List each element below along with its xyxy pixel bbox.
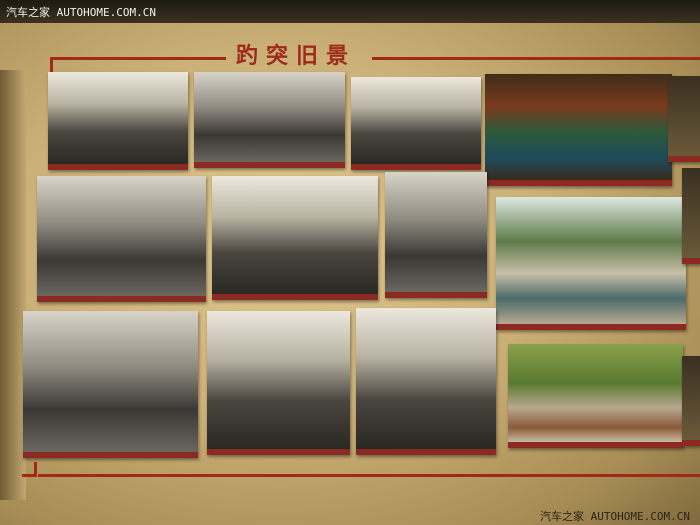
watermark-brand: 汽车之家 — [6, 6, 50, 19]
watermark-top: 汽车之家 AUTOHOME.COM.CN — [6, 4, 156, 20]
photo-6 — [37, 176, 206, 302]
photo-11 — [23, 311, 198, 458]
photo-12 — [207, 311, 350, 455]
fret-corner-top — [50, 57, 61, 72]
title-line-left — [58, 57, 226, 60]
watermark-domain: AUTOHOME.COM.CN — [56, 6, 156, 19]
photo-9 — [496, 197, 686, 330]
photo-1 — [48, 72, 188, 170]
watermark-bottom: 汽车之家 AUTOHOME.COM.CN — [540, 508, 690, 524]
photo-13 — [356, 308, 496, 455]
board-title: 趵突旧景 — [236, 43, 357, 69]
photo-4 — [485, 74, 672, 186]
photo-2 — [194, 72, 345, 168]
watermark-domain: AUTOHOME.COM.CN — [590, 510, 690, 523]
title-line-right — [372, 57, 700, 60]
bottom-line — [38, 474, 700, 477]
photo-3 — [351, 77, 481, 170]
photo-5 — [668, 76, 700, 162]
photo-10 — [682, 168, 700, 264]
photo-15 — [682, 356, 700, 446]
photo-8 — [385, 172, 487, 298]
watermark-brand: 汽车之家 — [540, 510, 585, 523]
photo-7 — [212, 176, 378, 300]
photo-14 — [508, 344, 683, 448]
fret-corner-bottom — [22, 462, 37, 477]
